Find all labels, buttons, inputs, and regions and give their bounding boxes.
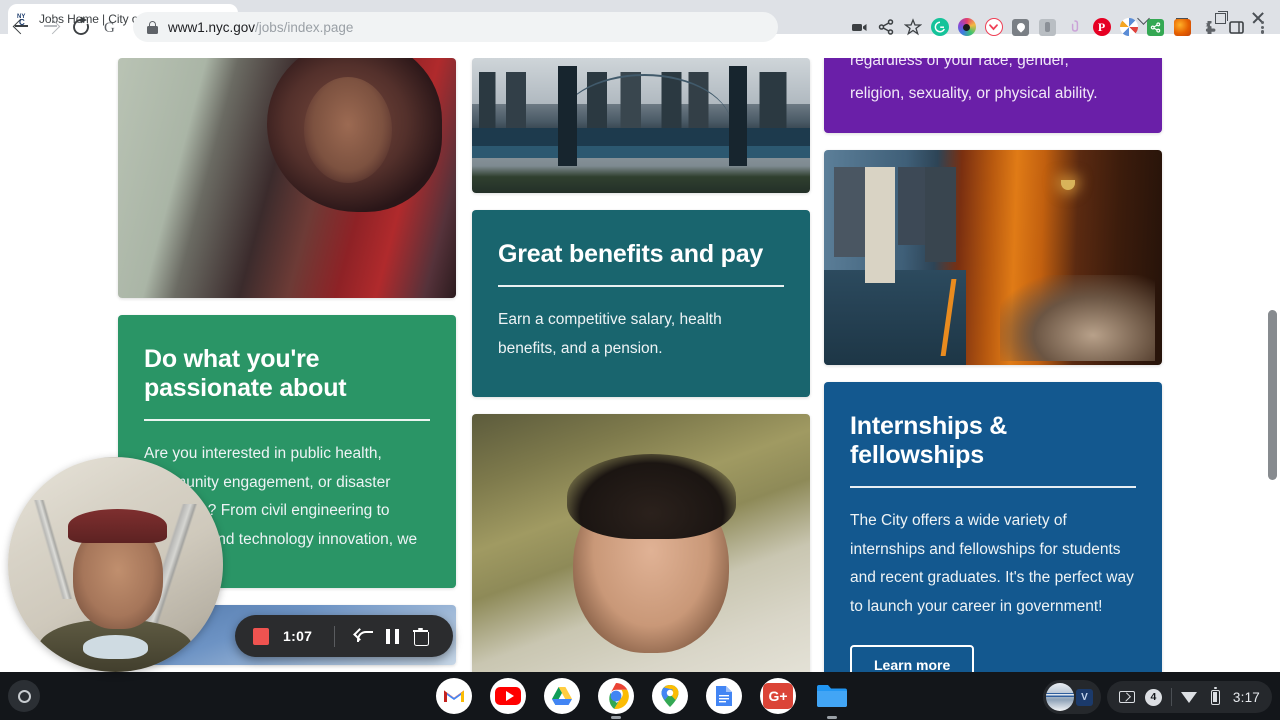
- card-divider: [498, 285, 784, 287]
- google-maps-app-icon[interactable]: [652, 678, 688, 714]
- tray-divider: [1170, 688, 1172, 706]
- user-avatar[interactable]: [1045, 683, 1074, 711]
- url-text: www1.nyc.gov/jobs/index.page: [168, 20, 353, 35]
- files-app-icon[interactable]: [814, 678, 850, 719]
- pocket-extension-icon[interactable]: [980, 12, 1007, 42]
- battery-icon[interactable]: [1207, 687, 1224, 706]
- card-heading: Do what you're passionate about: [144, 345, 347, 402]
- side-panel-icon[interactable]: [1223, 12, 1250, 42]
- card-body-line-2: religion, sexuality, or physical ability…: [850, 85, 1098, 102]
- scrollbar-thumb[interactable]: [1268, 310, 1277, 480]
- notification-count-badge[interactable]: 4: [1144, 688, 1162, 706]
- url-path: /jobs/index.page: [255, 19, 354, 35]
- card-body-line-1: regardless of your race, gender,: [850, 58, 1069, 69]
- toolbar-icons: P: [845, 12, 1274, 42]
- avatar-badge: V: [1075, 688, 1093, 706]
- photo-staten-island-ferry: [824, 150, 1162, 365]
- shelf-clock[interactable]: 3:17: [1233, 690, 1260, 705]
- gmail-app-icon[interactable]: [436, 678, 472, 714]
- trash-icon: [413, 627, 430, 646]
- card-body: Earn a competitive salary, health benefi…: [498, 311, 722, 357]
- card-heading: Great benefits and pay: [498, 240, 764, 268]
- google-g-icon[interactable]: G: [96, 12, 126, 42]
- toolbar-divider: [334, 625, 336, 647]
- screen-cast-icon[interactable]: [1119, 689, 1136, 706]
- screencast-extension-icon[interactable]: [1007, 12, 1034, 42]
- vertical-scrollbar[interactable]: [1265, 58, 1280, 672]
- lock-icon: [147, 20, 158, 34]
- extensions-puzzle-icon[interactable]: [1196, 12, 1223, 42]
- undo-icon: [355, 628, 373, 644]
- user-avatar-group[interactable]: V: [1042, 680, 1101, 714]
- stop-recording-icon[interactable]: [253, 627, 270, 645]
- app-active-indicator: [827, 716, 837, 719]
- photo-smiling-office-worker: [472, 414, 810, 672]
- screen-recording-toolbar: 1:07: [235, 615, 453, 657]
- firefox-extension-icon[interactable]: [1169, 12, 1196, 42]
- video-camera-icon[interactable]: [845, 12, 872, 42]
- youtube-app-icon[interactable]: [490, 678, 526, 714]
- card-divider: [850, 486, 1136, 488]
- system-tray: V 4 3:17: [1042, 680, 1272, 714]
- wifi-icon[interactable]: [1180, 689, 1198, 706]
- chrome-app-icon[interactable]: [598, 678, 634, 719]
- google-plus-app-icon[interactable]: G+: [760, 678, 796, 714]
- card-body: The City offers a wide variety of intern…: [850, 512, 1134, 615]
- grid-column-2: Great benefits and pay Earn a competitiv…: [472, 58, 810, 672]
- grammarly-extension-icon[interactable]: [926, 12, 953, 42]
- address-bar[interactable]: www1.nyc.gov/jobs/index.page: [133, 12, 778, 42]
- pause-button[interactable]: [378, 621, 406, 651]
- navigation-buttons: G: [6, 12, 126, 42]
- photo-smiling-woman-red-blazer: [118, 58, 456, 298]
- webcam-preview-bubble[interactable]: [8, 457, 223, 672]
- chrome-menu-icon[interactable]: [1250, 12, 1274, 42]
- card-great-benefits-and-pay: Great benefits and pay Earn a competitiv…: [472, 210, 810, 397]
- bookmark-star-icon[interactable]: [899, 12, 926, 42]
- back-arrow-icon[interactable]: [6, 12, 36, 42]
- burst-extension-icon[interactable]: [1115, 12, 1142, 42]
- app-active-indicator: [611, 716, 621, 719]
- clipboard-extension-icon[interactable]: [1061, 12, 1088, 42]
- card-equal-opportunity: regardless of your race, gender, religio…: [824, 58, 1162, 133]
- shelf-app-list: G+: [436, 678, 850, 719]
- delete-button[interactable]: [407, 621, 435, 651]
- photo-manhattan-bridge: [472, 58, 810, 193]
- colorzilla-extension-icon[interactable]: [953, 12, 980, 42]
- status-area-pod[interactable]: 4 3:17: [1106, 681, 1272, 713]
- undo-button[interactable]: [350, 621, 378, 651]
- share-green-extension-icon[interactable]: [1142, 12, 1169, 42]
- svg-text:G: G: [104, 20, 115, 36]
- card-divider: [144, 419, 430, 421]
- url-host: www1.nyc.gov: [168, 19, 256, 35]
- pause-icon: [386, 628, 400, 644]
- card-internships-and-fellowships: Internships & fellowships The City offer…: [824, 382, 1162, 672]
- google-docs-app-icon[interactable]: [706, 678, 742, 714]
- pinterest-extension-icon[interactable]: P: [1088, 12, 1115, 42]
- google-drive-app-icon[interactable]: [544, 678, 580, 714]
- reload-icon[interactable]: [66, 12, 96, 42]
- recording-timer: 1:07: [283, 628, 313, 644]
- monitor-extension-icon[interactable]: [1034, 12, 1061, 42]
- card-heading: Internships & fellowships: [850, 412, 1008, 469]
- grid-column-3: regardless of your race, gender, religio…: [824, 58, 1162, 672]
- learn-more-button[interactable]: Learn more: [850, 645, 975, 672]
- launcher-icon[interactable]: [8, 680, 40, 712]
- browser-toolbar: G www1.nyc.gov/jobs/index.page P: [0, 12, 1280, 58]
- chromeos-shelf: G+ V 4 3:17: [0, 672, 1280, 720]
- forward-arrow-icon[interactable]: [36, 12, 66, 42]
- share-icon[interactable]: [872, 12, 899, 42]
